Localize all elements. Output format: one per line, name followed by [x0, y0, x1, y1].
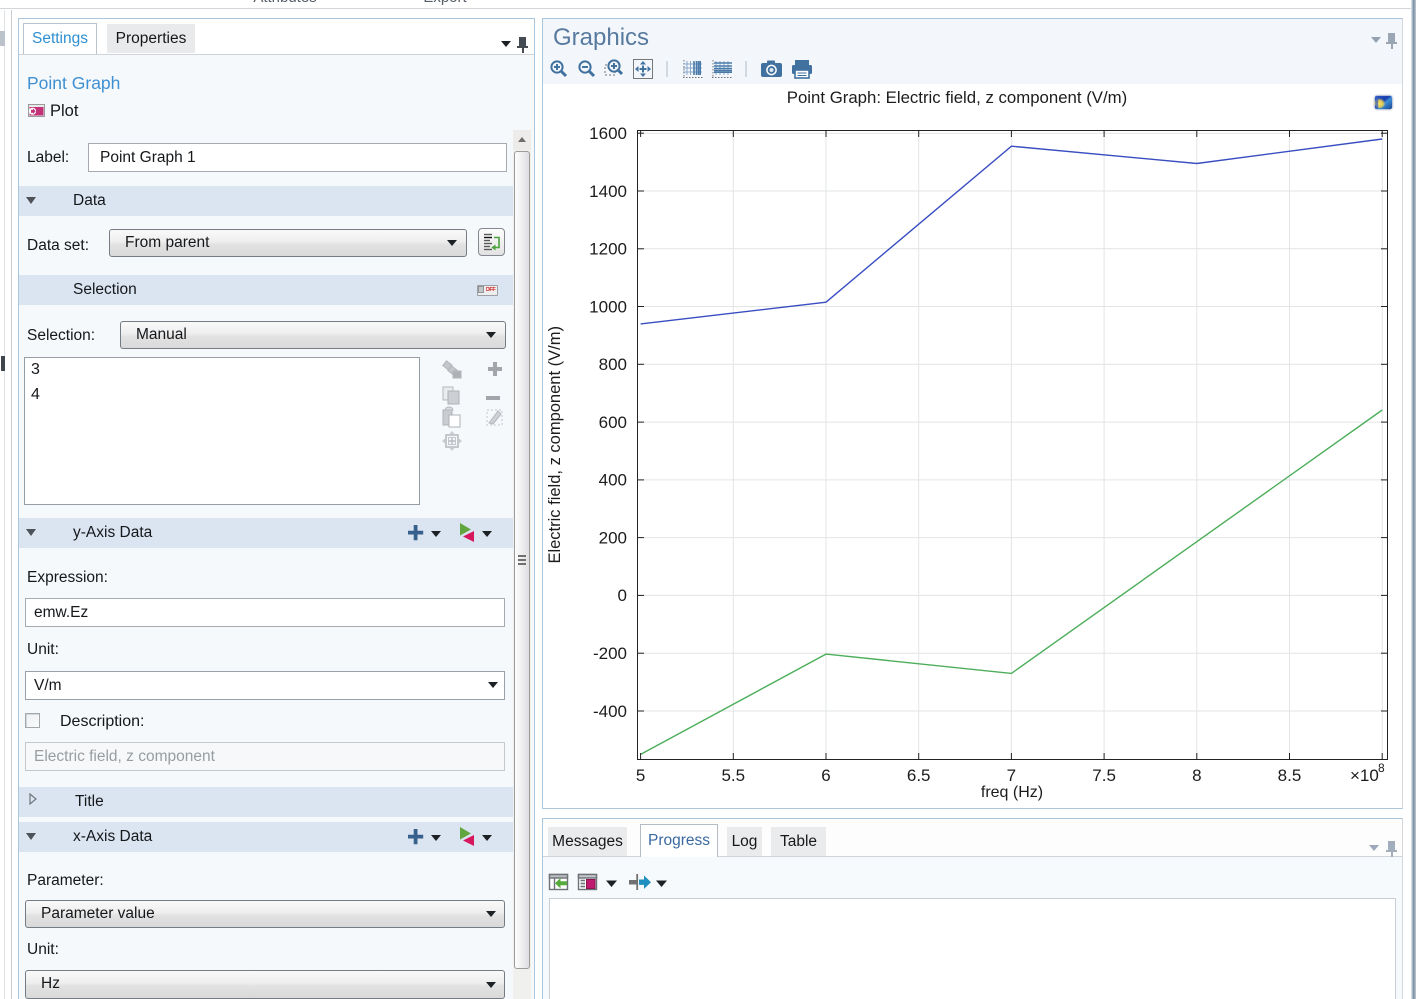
svg-text:×10: ×10	[1350, 766, 1379, 785]
svg-text:1600: 1600	[589, 124, 627, 143]
svg-text:8.5: 8.5	[1278, 766, 1302, 785]
svg-text:freq (Hz): freq (Hz)	[981, 784, 1043, 801]
svg-text:1400: 1400	[589, 182, 627, 201]
svg-text:7: 7	[1007, 766, 1016, 785]
svg-text:400: 400	[599, 471, 627, 490]
svg-text:5.5: 5.5	[721, 766, 745, 785]
svg-text:Electric field, z component (V: Electric field, z component (V/m)	[546, 326, 564, 564]
svg-text:0: 0	[618, 586, 627, 605]
svg-text:800: 800	[599, 355, 627, 374]
svg-text:600: 600	[599, 413, 627, 432]
svg-text:6: 6	[821, 766, 830, 785]
svg-text:-400: -400	[593, 702, 627, 721]
svg-text:1000: 1000	[589, 297, 627, 316]
svg-text:8: 8	[1192, 766, 1201, 785]
svg-text:8: 8	[1378, 761, 1385, 775]
svg-text:7.5: 7.5	[1092, 766, 1116, 785]
svg-text:5: 5	[636, 766, 645, 785]
svg-text:-200: -200	[593, 644, 627, 663]
svg-text:200: 200	[599, 528, 627, 547]
svg-text:1200: 1200	[589, 240, 627, 259]
svg-text:6.5: 6.5	[907, 766, 931, 785]
